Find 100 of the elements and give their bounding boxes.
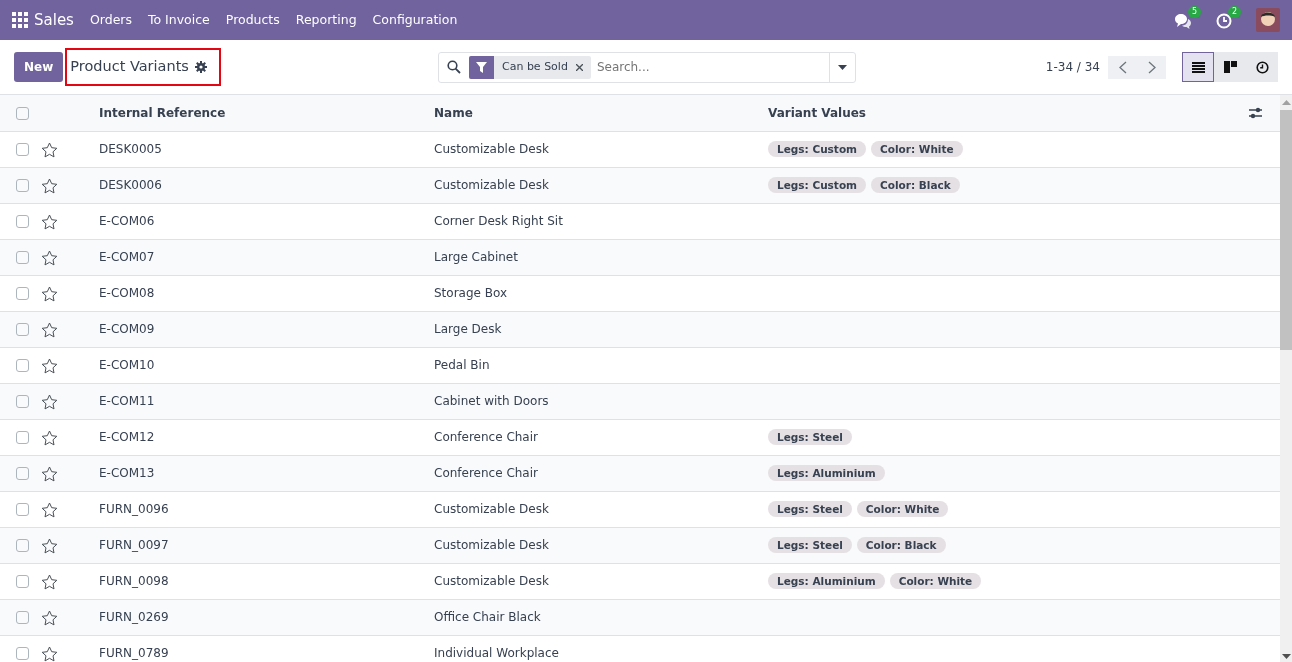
table-cell: Cabinet with Doors — [434, 394, 549, 408]
row-checkbox[interactable] — [16, 503, 29, 516]
table-cell: Storage Box — [434, 286, 508, 300]
row-checkbox[interactable] — [16, 611, 29, 624]
star-icon[interactable] — [41, 465, 58, 482]
variant-tag: Legs: Steel — [768, 429, 852, 445]
variant-tag: Legs: Steel — [768, 537, 852, 553]
table-cell: DESK0005 — [99, 142, 162, 156]
star-icon[interactable] — [41, 285, 58, 302]
menu-item[interactable]: To Invoice — [140, 10, 218, 30]
row-checkbox[interactable] — [16, 323, 29, 336]
row-checkbox[interactable] — [16, 251, 29, 264]
scroll-down-icon[interactable] — [1281, 654, 1291, 659]
activity-view-button[interactable] — [1246, 52, 1278, 82]
row-checkbox[interactable] — [16, 467, 29, 480]
table-cell: Customizable Desk — [434, 502, 549, 516]
table-cell: Conference Chair — [434, 430, 538, 444]
table-cell: Pedal Bin — [434, 358, 490, 372]
row-checkbox[interactable] — [16, 359, 29, 372]
search-field[interactable]: Can be Sold Search... — [438, 51, 856, 83]
table-cell: FURN_0096 — [99, 502, 169, 516]
chevron-right-icon — [1147, 60, 1156, 74]
star-icon[interactable] — [41, 357, 58, 374]
clock-icon[interactable] — [1216, 12, 1232, 29]
row-checkbox[interactable] — [16, 215, 29, 228]
filter-icon — [476, 61, 487, 73]
table-cell: FURN_0269 — [99, 610, 169, 624]
star-icon[interactable] — [41, 177, 58, 194]
user-avatar[interactable] — [1256, 8, 1280, 32]
apps-menu-icon[interactable] — [12, 12, 28, 28]
table-cell: E-COM10 — [99, 358, 155, 372]
variant-tag: Color: White — [889, 573, 982, 589]
row-checkbox[interactable] — [16, 179, 29, 192]
menu-item[interactable]: Reporting — [287, 10, 365, 30]
row-checkbox[interactable] — [16, 431, 29, 444]
menu-item[interactable]: Configuration — [364, 10, 466, 30]
previous-button[interactable] — [1108, 55, 1137, 79]
table-cell: E-COM13 — [99, 466, 155, 480]
caret-icon[interactable] — [838, 64, 847, 70]
star-icon[interactable] — [41, 213, 58, 230]
filter-facet[interactable]: Can be Sold — [469, 55, 591, 79]
star-icon[interactable] — [41, 249, 58, 266]
variant-tag: Color: White — [871, 141, 963, 157]
table-cell: Conference Chair — [434, 466, 538, 480]
pager-value[interactable]: 1-34 / 34 — [1045, 58, 1100, 76]
variant-tag: Legs: Aluminium — [768, 573, 885, 589]
chevron-left-icon — [1118, 60, 1127, 74]
table-cell: FURN_0098 — [99, 574, 169, 588]
table-cell: Large Cabinet — [434, 250, 518, 264]
star-icon[interactable] — [41, 573, 58, 590]
table-cell: Office Chair Black — [434, 610, 541, 624]
column-header[interactable]: Variant Values — [768, 105, 866, 120]
kanban-view-button[interactable] — [1214, 52, 1246, 82]
table-cell: E-COM07 — [99, 250, 155, 264]
app-name[interactable]: Sales — [28, 8, 82, 32]
variant-tag: Color: Black — [856, 537, 946, 553]
table-cell: E-COM12 — [99, 430, 155, 444]
star-icon[interactable] — [41, 429, 58, 446]
row-checkbox[interactable] — [16, 395, 29, 408]
table-cell: Customizable Desk — [434, 178, 549, 192]
table-cell: Customizable Desk — [434, 574, 549, 588]
chat-icon[interactable] — [1174, 12, 1192, 29]
menu-item[interactable]: Orders — [81, 10, 140, 30]
row-checkbox[interactable] — [16, 647, 29, 660]
page-title: Product Variants — [67, 50, 219, 84]
column-header[interactable]: Name — [434, 105, 473, 120]
next-button[interactable] — [1137, 55, 1166, 79]
star-icon[interactable] — [41, 645, 58, 662]
table-cell: DESK0006 — [99, 178, 162, 192]
table-cell: E-COM09 — [99, 322, 155, 336]
menu-item[interactable]: Products — [217, 10, 288, 30]
star-icon[interactable] — [41, 393, 58, 410]
clock-icon — [1255, 60, 1269, 74]
table-cell: E-COM08 — [99, 286, 155, 300]
scrollbar[interactable] — [1280, 95, 1292, 662]
star-icon[interactable] — [41, 501, 58, 518]
star-icon[interactable] — [41, 609, 58, 626]
table-cell: FURN_0097 — [99, 538, 169, 552]
star-icon[interactable] — [41, 321, 58, 338]
variant-tag: Legs: Custom — [768, 141, 867, 157]
table-cell: E-COM11 — [99, 394, 155, 408]
star-icon[interactable] — [41, 141, 58, 158]
list-view-button[interactable] — [1182, 52, 1214, 82]
close-icon[interactable] — [575, 63, 583, 71]
select-all-checkbox[interactable] — [16, 106, 29, 120]
row-checkbox[interactable] — [16, 143, 29, 156]
search-icon — [447, 60, 461, 74]
new-button[interactable]: New — [14, 52, 64, 82]
column-header[interactable]: Internal Reference — [99, 105, 226, 120]
row-checkbox[interactable] — [16, 575, 29, 588]
table-cell: Customizable Desk — [434, 538, 549, 552]
row-checkbox[interactable] — [16, 539, 29, 552]
column-settings-icon[interactable] — [1249, 107, 1262, 120]
table-cell: Corner Desk Right Sit — [434, 214, 563, 228]
variant-tag: Legs: Aluminium — [768, 465, 885, 481]
row-checkbox[interactable] — [16, 287, 29, 300]
kanban-icon — [1223, 61, 1237, 73]
star-icon[interactable] — [41, 537, 58, 554]
settings-icon[interactable] — [194, 61, 207, 73]
table-cell: Large Desk — [434, 322, 502, 336]
